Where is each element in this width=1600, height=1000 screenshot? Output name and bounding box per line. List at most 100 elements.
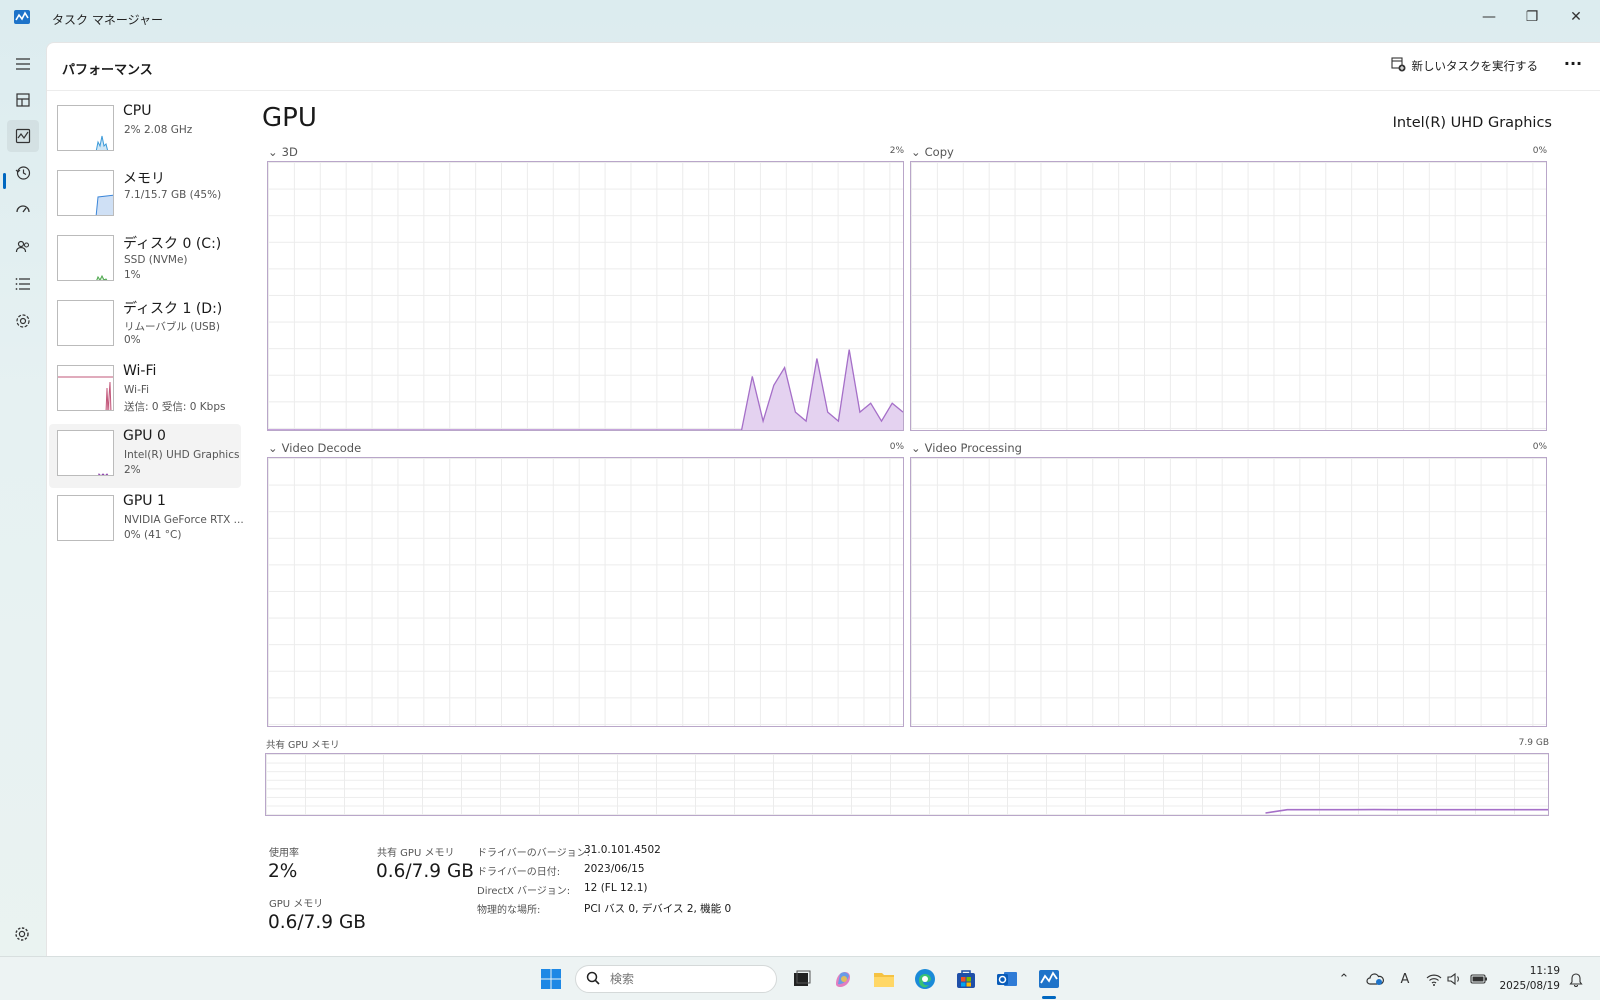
search-input[interactable] [610,972,760,986]
copilot-icon[interactable] [829,965,857,993]
graph-label: Video Processing [924,441,1022,455]
disk1-thumbnail-graph [57,300,114,346]
resource-detail: リムーバブル (USB) [124,321,220,333]
resource-name: メモリ [123,171,165,187]
graph-label: Copy [924,145,954,159]
driver-date-key: ドライバーの日付: [477,867,561,878]
resource-detail: SSD (NVMe) [124,254,188,266]
outlook-icon[interactable] [993,965,1021,993]
notification-bell-icon[interactable] [1567,971,1585,987]
resource-usage: 0% [124,334,141,346]
graph-3d-svg [268,349,903,430]
graph-video-decode: ⌄ Video Decode 0% [267,441,904,731]
graph-max-percent: 0% [1532,146,1547,156]
chevron-down-icon: ⌄ [268,145,278,159]
more-options-button[interactable]: ··· [1560,53,1586,79]
startup-apps-icon[interactable] [7,194,39,226]
performance-icon[interactable] [7,120,39,152]
usage-label: 使用率 [269,848,299,859]
memory-thumbnail-graph [57,170,114,216]
physical-location-key: 物理的な場所: [477,905,541,916]
shared-memory-stat-label: 共有 GPU メモリ [377,848,455,859]
resource-usage: 1% [124,269,141,281]
cpu-thumbnail-graph [57,105,114,151]
chevron-down-icon: ⌄ [911,441,921,455]
driver-version-value: 31.0.101.4502 [584,844,661,856]
graph-decode-plot [267,457,904,727]
taskbar-clock[interactable]: 11:19 2025/08/19 [1496,964,1560,994]
resource-detail: 2% 2.08 GHz [124,124,193,136]
driver-version-key: ドライバーのバージョン: [477,848,590,859]
restore-button[interactable]: ❐ [1512,4,1552,30]
title-bar: タスク マネージャー — ❐ ✕ [0,0,1600,38]
start-button[interactable] [537,965,565,993]
chevron-down-icon: ⌄ [268,441,278,455]
resource-item-disk1[interactable]: ディスク 1 (D:) リムーバブル (USB) 0% [49,294,241,358]
active-app-indicator [1042,996,1056,999]
processes-icon[interactable] [7,84,39,116]
close-button[interactable]: ✕ [1556,4,1596,30]
panel-header: パフォーマンス 新しいタスクを実行する ··· [47,43,1600,91]
graph-copy-plot [910,161,1547,431]
settings-gear-icon[interactable] [13,925,33,945]
chevron-up-icon[interactable]: ⌃ [1335,971,1353,987]
graph-max-percent: 2% [889,146,904,156]
graph-copy-selector[interactable]: ⌄ Copy [911,145,954,159]
resource-usage: 0% (41 °C) [124,529,182,541]
graph-label: 3D [281,145,298,159]
resource-item-wifi[interactable]: Wi-Fi Wi-Fi 送信: 0 受信: 0 Kbps [49,359,241,423]
usage-value: 2% [268,861,298,882]
edge-browser-icon[interactable] [911,965,939,993]
file-explorer-icon[interactable] [870,965,898,993]
hamburger-menu-icon[interactable] [7,48,39,80]
driver-date-value: 2023/06/15 [584,863,645,875]
onedrive-icon[interactable] [1366,971,1384,987]
disk0-thumbnail-graph [57,235,114,281]
clock-time: 11:19 [1529,965,1560,977]
run-task-label: 新しいタスクを実行する [1411,59,1539,73]
resource-item-cpu[interactable]: CPU 2% 2.08 GHz [49,99,241,163]
graph-video-processing: ⌄ Video Processing 0% [910,441,1547,731]
page-title: パフォーマンス [62,63,153,78]
graph-3d-selector[interactable]: ⌄ 3D [268,145,298,159]
graph-processing-selector[interactable]: ⌄ Video Processing [911,441,1022,455]
store-icon[interactable] [952,965,980,993]
services-icon[interactable] [7,305,39,337]
resource-name: ディスク 1 (D:) [123,301,223,317]
resource-item-gpu0[interactable]: GPU 0 Intel(R) UHD Graphics 2% [49,424,241,488]
app-history-icon[interactable] [7,157,39,189]
resource-list: CPU 2% 2.08 GHz メモリ 7.1/15.7 GB (45%) ディ… [49,99,244,554]
graph-max-percent: 0% [1532,442,1547,452]
wifi-thumbnail-graph [57,365,114,411]
resource-usage: 送信: 0 受信: 0 Kbps [124,401,226,413]
graph-processing-plot [910,457,1547,727]
task-view-icon[interactable] [788,965,816,993]
graph-max-percent: 0% [889,442,904,452]
taskbar-search[interactable] [575,965,777,993]
users-icon[interactable] [7,231,39,263]
resource-item-memory[interactable]: メモリ 7.1/15.7 GB (45%) [49,164,241,228]
speaker-icon[interactable] [1446,971,1464,987]
details-icon[interactable] [7,268,39,300]
chevron-down-icon: ⌄ [911,145,921,159]
resource-item-disk0[interactable]: ディスク 0 (C:) SSD (NVMe) 1% [49,229,241,293]
shared-memory-series-line [1265,808,1548,814]
directx-version-key: DirectX バージョン: [477,886,571,897]
resource-detail: Intel(R) UHD Graphics [124,449,240,461]
battery-icon[interactable] [1470,971,1488,987]
resource-item-gpu1[interactable]: GPU 1 NVIDIA GeForce RTX ... 0% (41 °C) [49,489,244,553]
graph-decode-selector[interactable]: ⌄ Video Decode [268,441,361,455]
graph-copy: ⌄ Copy 0% [910,145,1547,435]
wifi-icon[interactable] [1425,971,1443,987]
gpu-memory-label: GPU メモリ [269,899,324,910]
gpu0-thumbnail-graph [57,430,114,476]
run-new-task-button[interactable]: 新しいタスクを実行する [1390,57,1539,75]
nav-active-indicator [3,173,6,189]
input-method-icon[interactable]: A [1396,971,1414,987]
task-manager-taskbar-icon[interactable] [1035,965,1063,993]
resource-name: GPU 1 [123,493,166,509]
gpu1-thumbnail-graph [57,495,114,541]
minimize-button[interactable]: — [1469,4,1509,30]
resource-detail: Wi-Fi [124,384,150,396]
task-manager-app-icon [14,9,30,24]
